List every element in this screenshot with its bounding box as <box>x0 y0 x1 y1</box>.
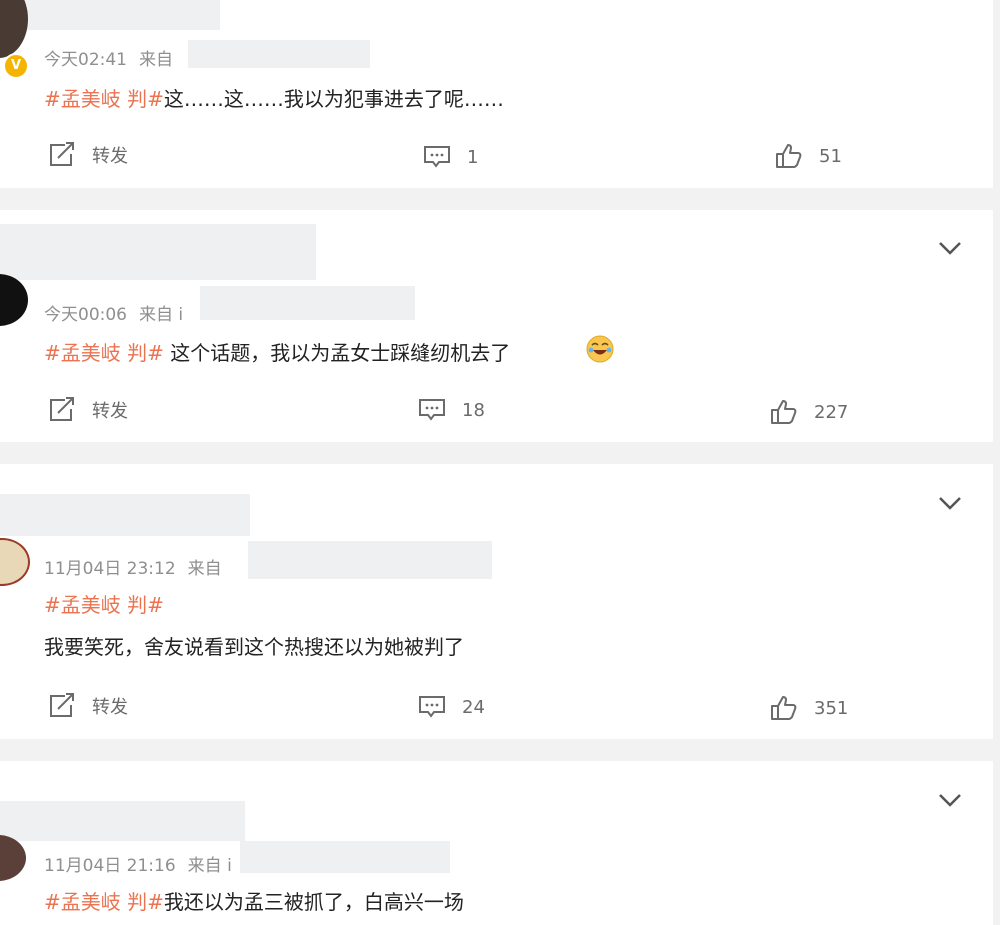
chevron-down-icon[interactable] <box>938 792 962 808</box>
avatar[interactable] <box>0 835 26 881</box>
verified-badge-icon: V <box>3 53 29 79</box>
post-text: #孟美岐 判#这……这……我以为犯事进去了呢…… <box>44 87 504 111</box>
avatar[interactable] <box>0 274 28 326</box>
chevron-down-icon[interactable] <box>938 240 962 256</box>
comment-button[interactable]: 24 <box>418 695 485 719</box>
source-redacted <box>248 541 492 579</box>
comment-count: 18 <box>462 399 485 421</box>
comment-count: 1 <box>467 146 479 168</box>
comment-count: 24 <box>462 696 485 718</box>
hashtag-link[interactable]: #孟美岐 判# <box>44 341 164 365</box>
repost-label: 转发 <box>92 697 128 718</box>
chevron-down-icon[interactable] <box>938 495 962 511</box>
comment-icon <box>424 146 450 168</box>
comment-button[interactable]: 1 <box>423 145 478 169</box>
avatar[interactable] <box>0 538 30 586</box>
post-meta: 今天00:06 来自 i <box>44 300 183 325</box>
repost-button[interactable]: 转发 <box>48 142 128 168</box>
repost-label: 转发 <box>92 401 128 422</box>
post-source: 来自 <box>187 559 222 579</box>
repost-icon <box>50 397 74 421</box>
comment-button[interactable]: 18 <box>418 398 485 422</box>
source-redacted <box>240 841 450 873</box>
hashtag-link[interactable]: #孟美岐 判# <box>44 589 164 618</box>
repost-label: 转发 <box>92 146 128 167</box>
like-icon <box>776 144 802 168</box>
like-count: 351 <box>814 697 849 719</box>
comment-icon <box>419 399 445 421</box>
post-text: #孟美岐 判#我还以为孟三被抓了，白高兴一场 <box>44 890 464 914</box>
avatar[interactable] <box>0 0 28 58</box>
post-text: #孟美岐 判# 这个话题，我以为孟女士踩缝纫机去了 <box>44 341 511 365</box>
post-time[interactable]: 11月04日 23:12 <box>44 559 176 579</box>
post-source: 来自 i <box>187 856 232 876</box>
post-card: 11月04日 23:12 来自 #孟美岐 判# 我要笑死，舍友说看到这个热搜还以为… <box>0 464 993 739</box>
post-card: V 今天02:41 来自 #孟美岐 判#这……这……我以为犯事进去了呢…… 转发 … <box>0 0 993 188</box>
repost-button[interactable]: 转发 <box>48 397 128 423</box>
post-card: 11月04日 21:16 来自 i #孟美岐 判#我还以为孟三被抓了，白高兴一场 <box>0 761 993 925</box>
post-source: 来自 <box>139 50 173 70</box>
post-time[interactable]: 今天02:41 <box>44 50 127 70</box>
hashtag-link[interactable]: #孟美岐 判# <box>44 87 164 111</box>
post-source: 来自 i <box>139 305 184 325</box>
comment-icon <box>419 696 445 718</box>
laugh-cry-emoji <box>586 335 614 363</box>
like-count: 227 <box>814 401 849 423</box>
post-text: 我要笑死，舍友说看到这个热搜还以为她被判了 <box>44 635 464 659</box>
like-button[interactable]: 51 <box>775 143 842 169</box>
like-icon <box>771 400 797 424</box>
like-button[interactable]: 227 <box>770 399 848 425</box>
username-redacted <box>0 801 245 841</box>
username-redacted <box>18 0 220 30</box>
repost-icon <box>50 142 74 166</box>
post-meta: 11月04日 21:16 来自 i <box>44 851 232 876</box>
source-redacted <box>200 286 415 320</box>
post-meta: 今天02:41 来自 <box>44 45 173 70</box>
source-redacted <box>188 40 370 68</box>
hashtag-link[interactable]: #孟美岐 判# <box>44 890 164 914</box>
post-time[interactable]: 11月04日 21:16 <box>44 856 176 876</box>
username-redacted <box>0 494 250 536</box>
like-count: 51 <box>819 145 842 167</box>
post-time[interactable]: 今天00:06 <box>44 305 127 325</box>
post-meta: 11月04日 23:12 来自 <box>44 554 222 579</box>
like-button[interactable]: 351 <box>770 695 848 721</box>
repost-icon <box>50 693 74 717</box>
repost-button[interactable]: 转发 <box>48 693 128 719</box>
post-card: 今天00:06 来自 i #孟美岐 判# 这个话题，我以为孟女士踩缝纫机去了 转发… <box>0 210 993 442</box>
username-redacted <box>0 224 316 280</box>
like-icon <box>771 696 797 720</box>
